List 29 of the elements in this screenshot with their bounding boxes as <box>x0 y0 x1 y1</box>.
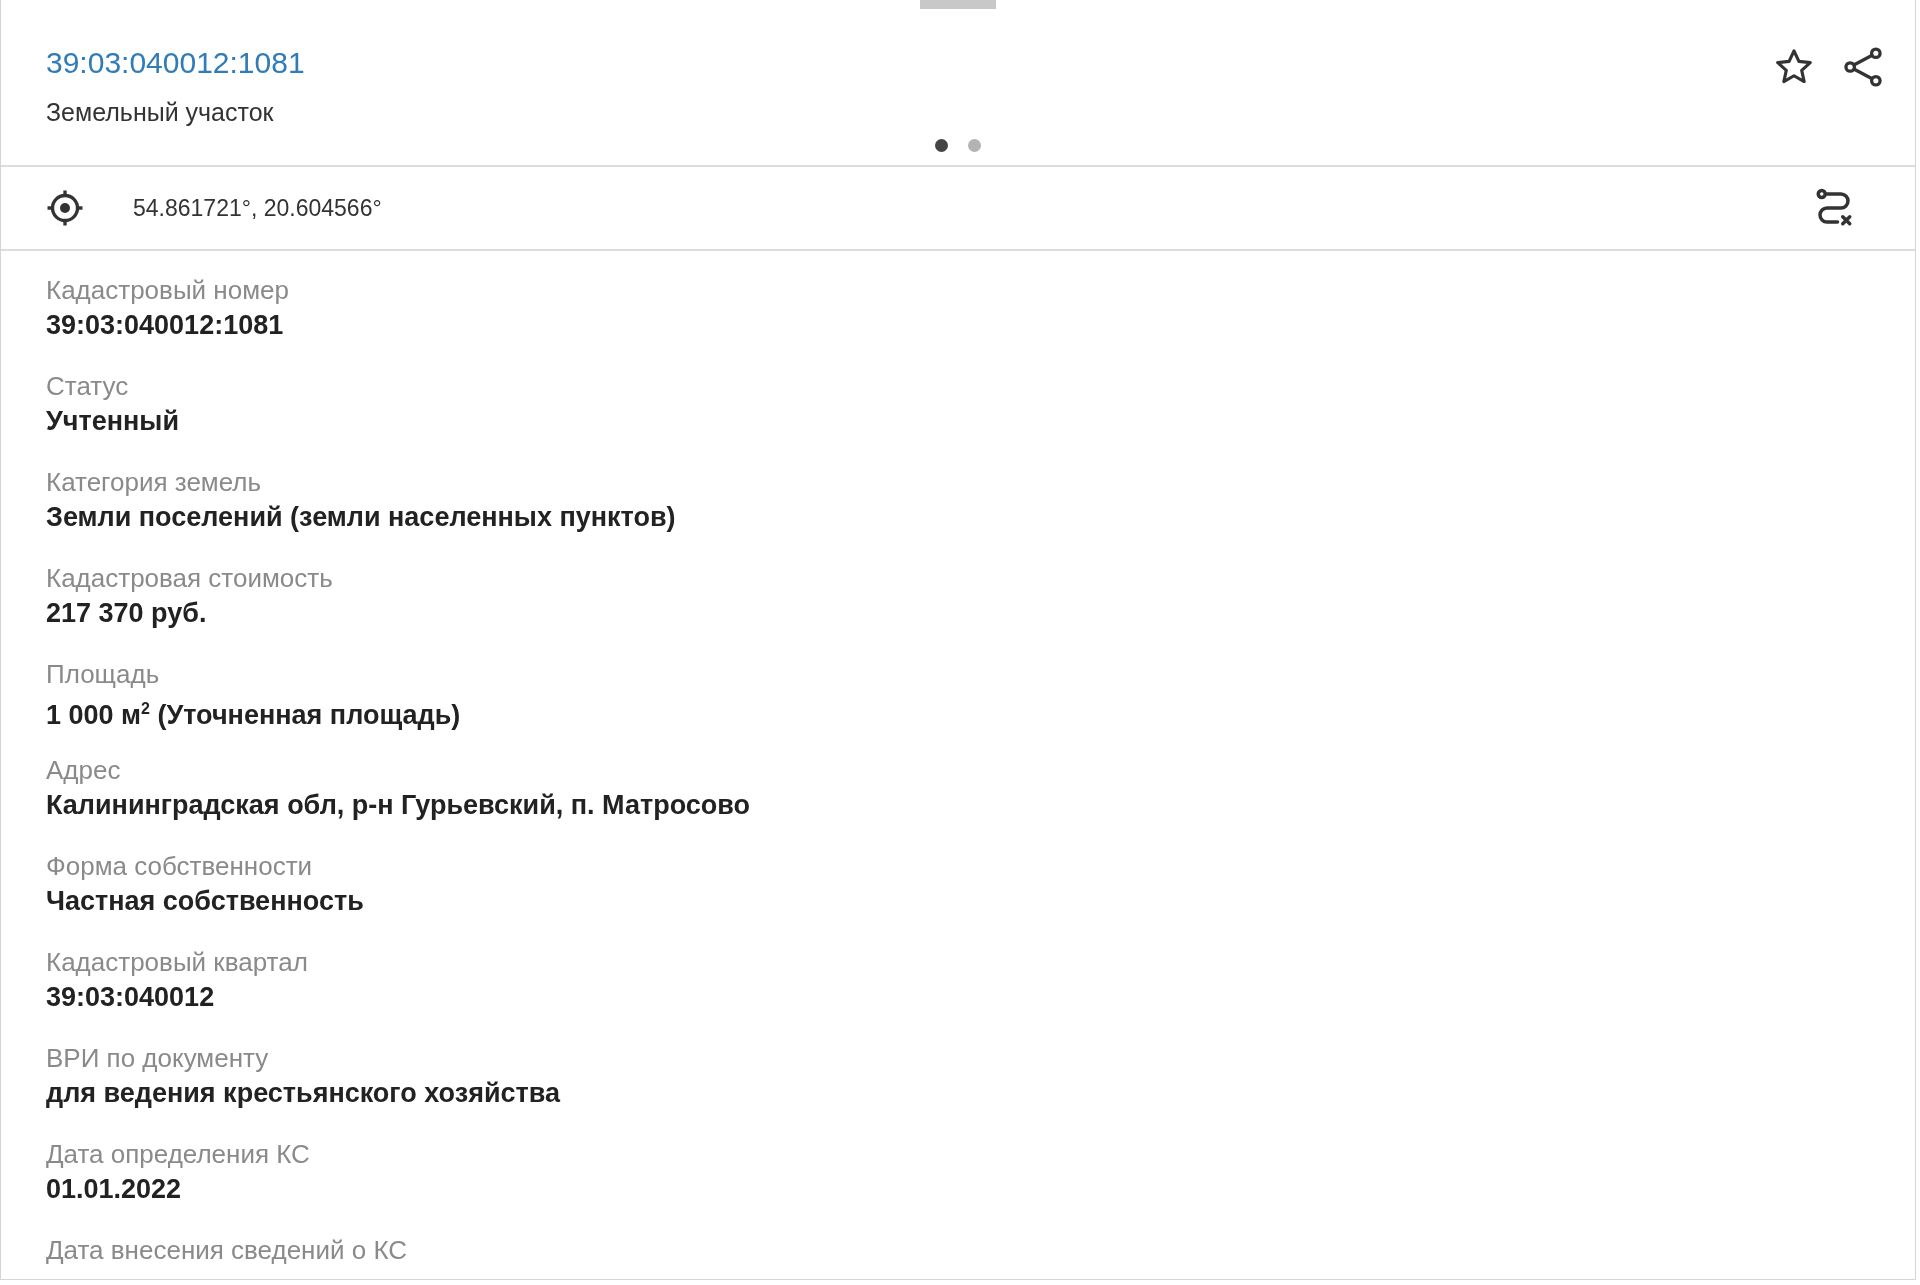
field-label: Кадастровый номер <box>46 274 290 307</box>
field-label: Площадь <box>46 658 161 691</box>
share-icon[interactable] <box>1841 45 1885 89</box>
field-value: 01.01.2022 <box>46 1173 183 1206</box>
field-label: Дата определения КС <box>46 1138 311 1171</box>
field-label: Адрес <box>46 754 122 787</box>
field-value: Калининградская обл, р-н Гурьевский, п. Матросово <box>46 789 752 822</box>
page-dot[interactable] <box>968 138 981 152</box>
field-label: Кадастровая стоимость <box>46 562 334 595</box>
field-value: 39:03:040012 <box>46 981 216 1014</box>
field-value: Частная собственность <box>46 885 365 918</box>
drag-handle[interactable] <box>920 0 996 9</box>
field-value: для ведения крестьянского хозяйства <box>46 1077 562 1110</box>
locate-icon[interactable] <box>45 188 85 228</box>
field-value: 217 370 руб. <box>46 597 208 630</box>
cadastral-title: 39:03:040012:1081 <box>46 45 305 81</box>
field-label: Кадастровый квартал <box>46 946 309 979</box>
field-label: ВРИ по документу <box>46 1042 270 1075</box>
object-type: Земельный участок <box>46 97 275 127</box>
field-label: Форма собственности <box>46 850 314 883</box>
field-label: Категория земель <box>46 466 263 499</box>
field-value: Земли поселений (земли населенных пунктов) <box>46 501 677 534</box>
field-value: Учтенный <box>46 405 180 438</box>
field-label: Дата внесения сведений о КС <box>46 1234 409 1267</box>
coordinates: 54.861721°, 20.604566° <box>133 194 383 222</box>
page-dot[interactable] <box>935 138 948 152</box>
field-label: Статус <box>46 370 130 403</box>
field-value: 39:03:040012:1081 <box>46 309 285 342</box>
field-value: 1 000 м$^{2}$ (Уточненная площадь) <box>46 699 462 732</box>
